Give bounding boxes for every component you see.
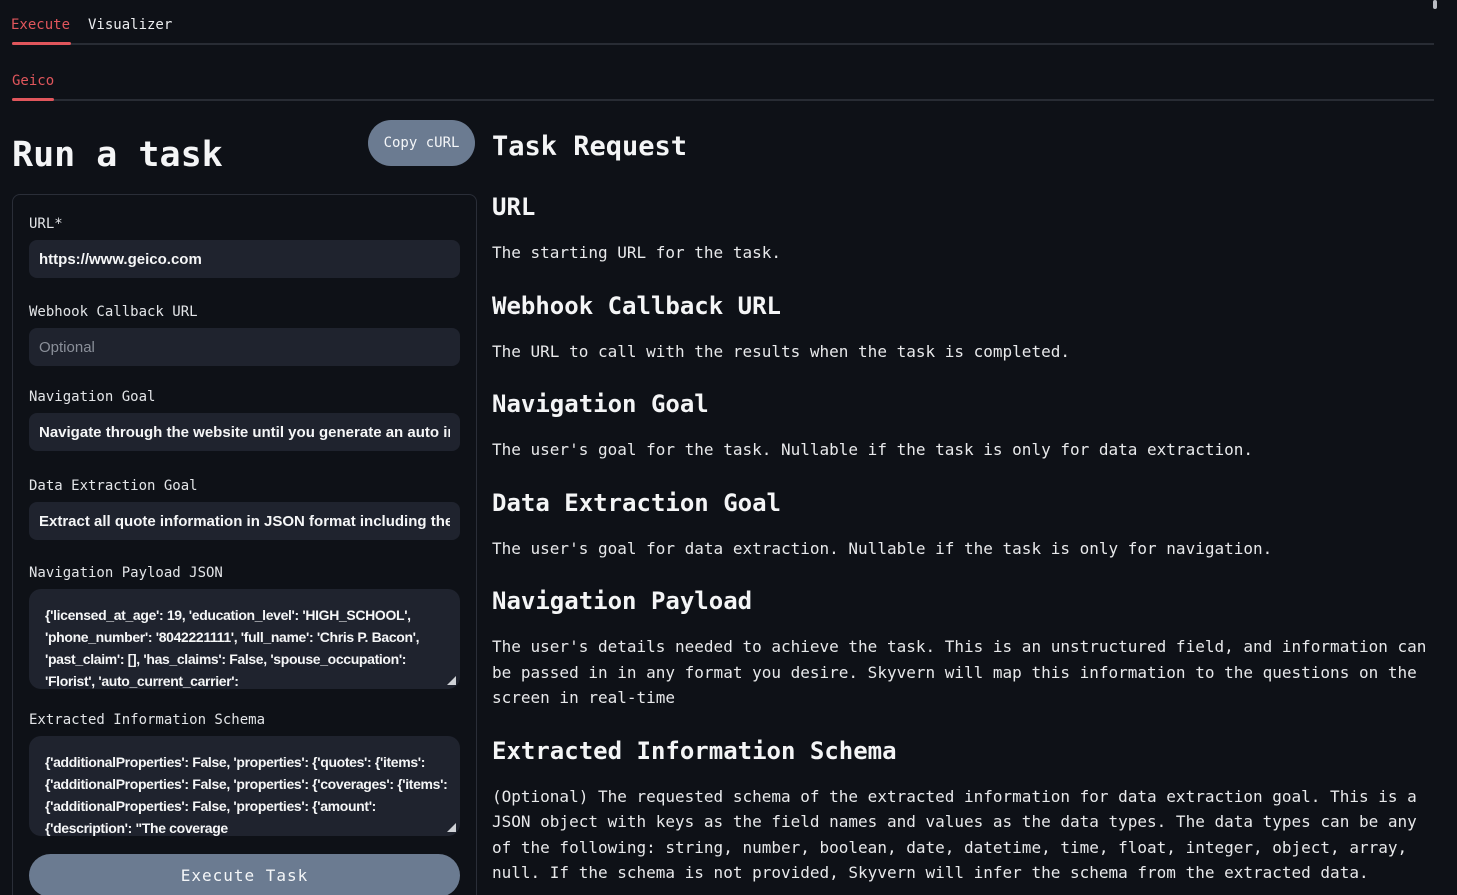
section-heading: Extracted Information Schema: [492, 737, 1433, 765]
sub-tabbar: Geico: [0, 57, 1457, 103]
section-body: The user's goal for data extraction. Nul…: [492, 536, 1433, 562]
webhook-input[interactable]: [29, 328, 460, 366]
section-heading: URL: [492, 193, 1433, 221]
section-body: (Optional) The requested schema of the e…: [492, 784, 1433, 886]
main-tabbar: Execute Visualizer: [0, 0, 1457, 46]
section-body: The user's details needed to achieve the…: [492, 634, 1433, 711]
navigation-goal-label: Navigation Goal: [29, 388, 460, 406]
section-heading: Webhook Callback URL: [492, 292, 1433, 320]
url-label: URL*: [29, 215, 460, 233]
page-title: Run a task: [12, 133, 223, 177]
extracted-schema-label: Extracted Information Schema: [29, 711, 460, 729]
tab-execute[interactable]: Execute: [11, 15, 70, 35]
navigation-goal-input[interactable]: [29, 413, 460, 451]
active-tab-underline: [12, 42, 71, 45]
section-heading: Data Extraction Goal: [492, 489, 1433, 517]
copy-curl-button[interactable]: Copy cURL: [368, 120, 475, 166]
navigation-payload-textarea[interactable]: {'licensed_at_age': 19, 'education_level…: [29, 589, 460, 689]
webhook-label: Webhook Callback URL: [29, 303, 460, 321]
extracted-schema-textarea[interactable]: {'additionalProperties': False, 'propert…: [29, 736, 460, 836]
task-execute-page: Execute Visualizer Geico Run a task Copy…: [0, 0, 1457, 895]
tabbar-divider: [12, 43, 1434, 45]
section-body: The user's goal for the task. Nullable i…: [492, 437, 1433, 463]
page-scrollbar-thumb[interactable]: [1433, 0, 1437, 9]
navigation-payload-label: Navigation Payload JSON: [29, 564, 460, 582]
data-extraction-goal-label: Data Extraction Goal: [29, 477, 460, 495]
extracted-schema-wrap: {'additionalProperties': False, 'propert…: [29, 736, 460, 836]
doc-section-navigation-goal: Navigation Goal The user's goal for the …: [492, 390, 1433, 463]
section-body: The starting URL for the task.: [492, 240, 1433, 266]
data-extraction-goal-input[interactable]: [29, 502, 460, 540]
doc-section-url: URL The starting URL for the task.: [492, 193, 1433, 266]
subtabbar-divider: [12, 99, 1434, 101]
execute-task-button[interactable]: Execute Task: [29, 854, 460, 895]
task-form-card: URL* Webhook Callback URL Navigation Goa…: [12, 194, 477, 895]
url-input[interactable]: [29, 240, 460, 278]
task-request-docs: Task Request URL The starting URL for th…: [492, 130, 1433, 886]
tab-visualizer[interactable]: Visualizer: [88, 15, 172, 35]
doc-section-navigation-payload: Navigation Payload The user's details ne…: [492, 587, 1433, 711]
active-subtab-underline: [12, 98, 54, 101]
section-body: The URL to call with the results when th…: [492, 339, 1433, 365]
docs-title: Task Request: [492, 130, 1433, 164]
tab-geico[interactable]: Geico: [12, 71, 54, 91]
doc-section-extracted-schema: Extracted Information Schema (Optional) …: [492, 737, 1433, 886]
navigation-payload-wrap: {'licensed_at_age': 19, 'education_level…: [29, 589, 460, 689]
doc-section-webhook: Webhook Callback URL The URL to call wit…: [492, 292, 1433, 365]
section-heading: Navigation Payload: [492, 587, 1433, 615]
doc-section-data-extraction-goal: Data Extraction Goal The user's goal for…: [492, 489, 1433, 562]
section-heading: Navigation Goal: [492, 390, 1433, 418]
